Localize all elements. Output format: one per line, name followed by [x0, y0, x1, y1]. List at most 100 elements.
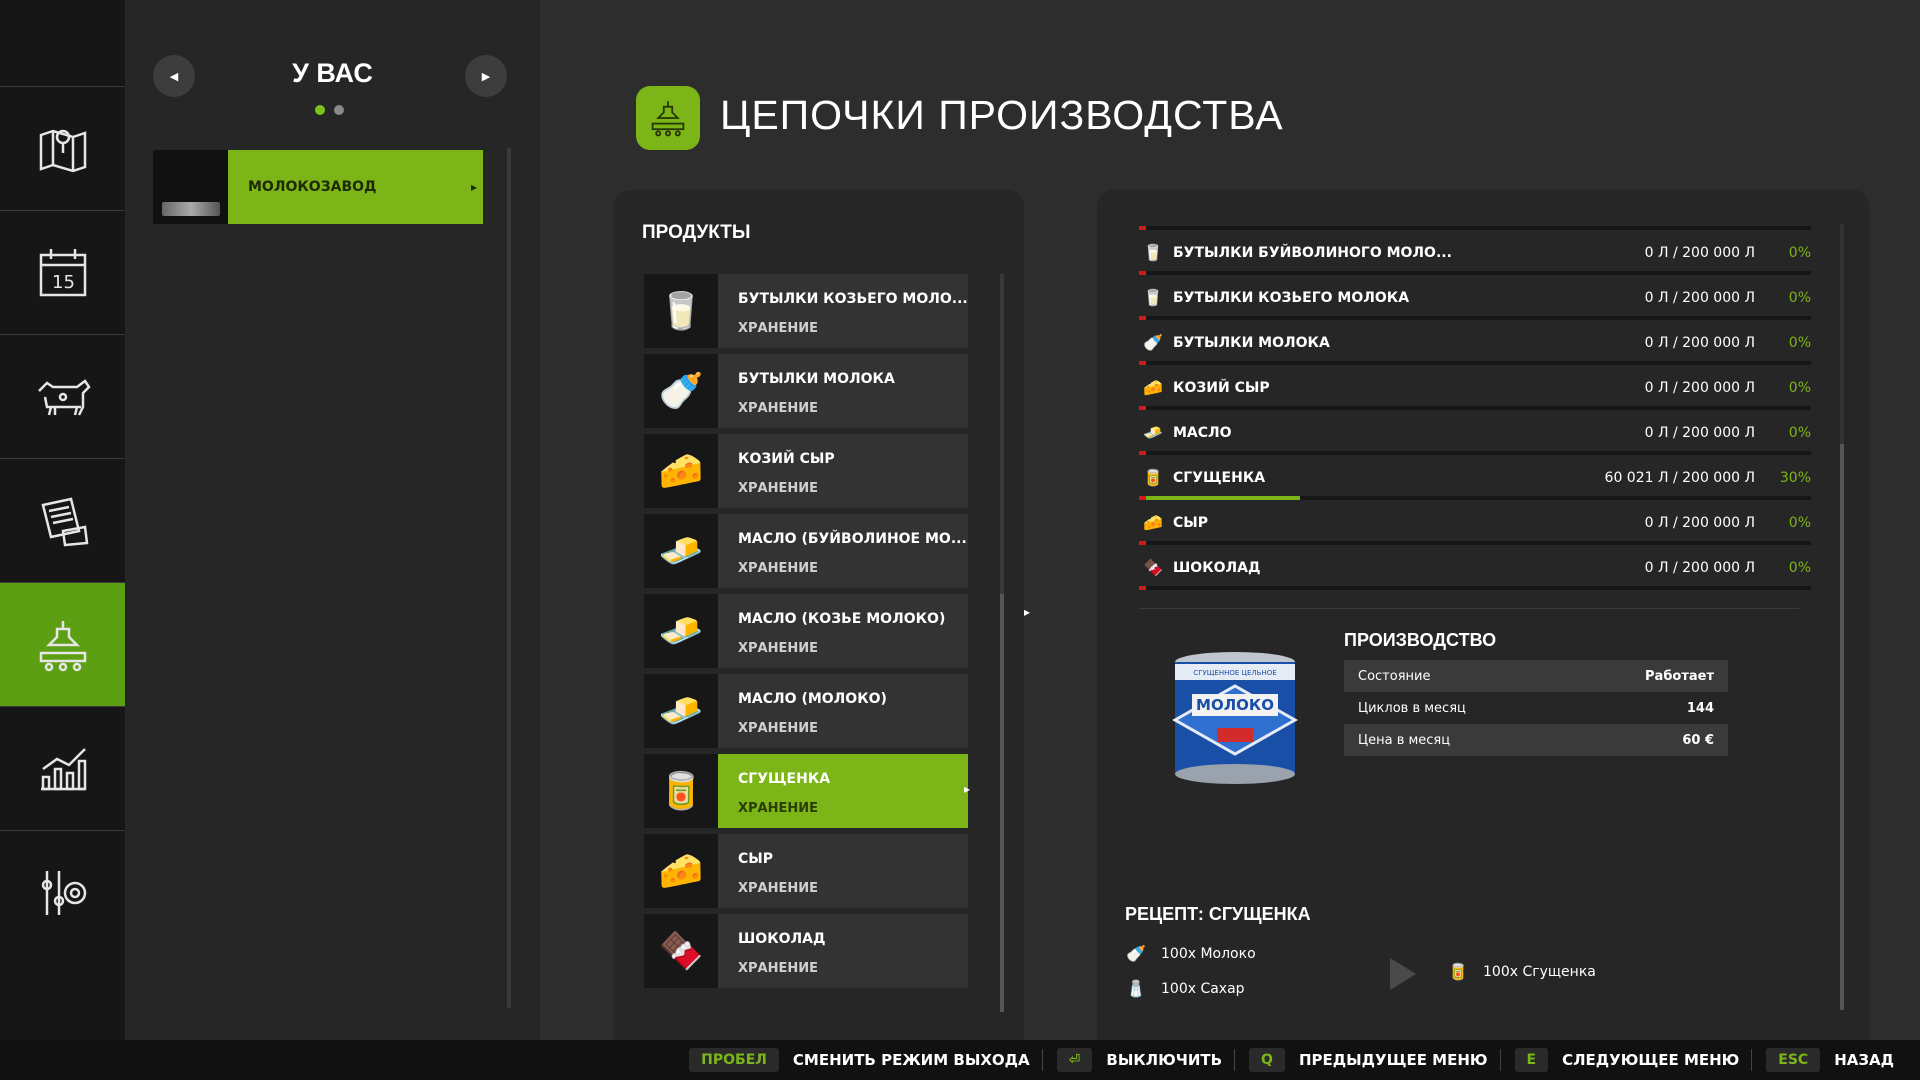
action-label: СМЕНИТЬ РЕЖИМ ВЫХОДА — [792, 1051, 1030, 1069]
storage-percent: 30% — [1779, 470, 1811, 486]
statistics-tab[interactable] — [0, 706, 125, 830]
product-name: СЫР — [738, 851, 774, 867]
storage-product-icon: 🥫 — [1143, 468, 1163, 487]
details-scrollbar-thumb[interactable] — [1840, 444, 1844, 1010]
production-label: Цена в месяц — [1358, 732, 1451, 748]
product-thumbnail: 🧈 — [644, 674, 718, 748]
product-storage-label: ХРАНЕНИЕ — [738, 561, 819, 576]
product-info: БУТЫЛКИ КОЗЬЕГО МОЛО... ХРАНЕНИЕ — [718, 274, 968, 348]
storage-marker — [1139, 496, 1146, 500]
main-menu-rail: 15 — [0, 0, 135, 1040]
product-name: БУТЫЛКИ КОЗЬЕГО МОЛО... — [738, 291, 968, 307]
storage-product-name: БУТЫЛКИ БУЙВОЛИНОГО МОЛО... — [1173, 245, 1452, 261]
product-item[interactable]: 🧈 МАСЛО (БУЙВОЛИНОЕ МО... ХРАНЕНИЕ — [644, 514, 968, 588]
footer-action[interactable]: Q ПРЕДЫДУЩЕЕ МЕНЮ — [1249, 1048, 1501, 1072]
settings-tab[interactable] — [0, 830, 125, 954]
storage-product-name: БУТЫЛКИ КОЗЬЕГО МОЛОКА — [1173, 290, 1410, 306]
product-storage-label: ХРАНЕНИЕ — [738, 321, 819, 336]
footer-action[interactable]: ПРОБЕЛ СМЕНИТЬ РЕЖИМ ВЫХОДА — [689, 1048, 1043, 1072]
storage-row: 🧀 СЫР 0 Л / 200 000 Л 0% — [1139, 496, 1811, 541]
storage-amount: 0 Л / 200 000 Л — [1644, 560, 1755, 576]
footer-action[interactable]: ESC НАЗАД — [1766, 1048, 1904, 1072]
action-label: СЛЕДУЮЩЕЕ МЕНЮ — [1562, 1051, 1740, 1069]
product-item[interactable]: 🥫 СГУЩЕНКА ХРАНЕНИЕ — [644, 754, 970, 828]
key-hint: ESC — [1766, 1048, 1821, 1072]
product-icon: 🧈 — [658, 531, 704, 572]
production-value: 144 — [1686, 700, 1714, 716]
product-item[interactable]: 🥛 БУТЫЛКИ КОЗЬЕГО МОЛО... ХРАНЕНИЕ — [644, 274, 968, 348]
settings-icon — [41, 870, 86, 915]
production-tab[interactable] — [0, 582, 135, 706]
production-label: Циклов в месяц — [1358, 700, 1466, 716]
production-table: Состояние Работает Циклов в месяц 144 Цена в… — [1344, 660, 1728, 756]
next-page-button[interactable]: ▶ — [465, 55, 507, 97]
production-value: 60 € — [1682, 732, 1714, 748]
product-thumbnail: 🧈 — [644, 594, 718, 668]
product-name: КОЗИЙ СЫР — [738, 451, 835, 467]
sugar-icon: 🧂 — [1126, 979, 1146, 998]
factory-item-dairy[interactable]: МОЛОКОЗАВОД — [153, 150, 483, 224]
product-item[interactable]: 🧈 МАСЛО (КОЗЬЕ МОЛОКО) ХРАНЕНИЕ — [644, 594, 968, 668]
contracts-tab[interactable] — [0, 458, 125, 582]
product-name: ШОКОЛАД — [738, 931, 826, 947]
product-icon: 🧀 — [658, 451, 704, 492]
product-info: МАСЛО (МОЛОКО) ХРАНЕНИЕ — [718, 674, 968, 748]
calendar-tab[interactable]: 15 — [0, 210, 125, 334]
footer-action[interactable]: E СЛЕДУЮЩЕЕ МЕНЮ — [1514, 1048, 1753, 1072]
product-info: ШОКОЛАД ХРАНЕНИЕ — [718, 914, 968, 988]
products-title: ПРОДУКТЫ — [642, 222, 751, 243]
recipe-arrow-icon — [1390, 958, 1416, 990]
recipe-input-label: 100x Сахар — [1161, 980, 1245, 997]
storage-bar — [1139, 271, 1811, 275]
production-value: Работает — [1645, 668, 1714, 684]
footer-action[interactable]: ⏎ ВЫКЛЮЧИТЬ — [1056, 1048, 1236, 1072]
cow-icon — [37, 378, 91, 416]
product-storage-label: ХРАНЕНИЕ — [738, 641, 819, 656]
product-item[interactable]: 🍼 БУТЫЛКИ МОЛОКА ХРАНЕНИЕ — [644, 354, 968, 428]
recipe-input: 🧂 100x Сахар — [1125, 979, 1245, 998]
product-info: КОЗИЙ СЫР ХРАНЕНИЕ — [718, 434, 968, 508]
product-name: МАСЛО (МОЛОКО) — [738, 691, 887, 707]
key-hint: Q — [1249, 1048, 1285, 1072]
product-item[interactable]: 🧀 КОЗИЙ СЫР ХРАНЕНИЕ — [644, 434, 968, 508]
storage-product-name: ШОКОЛАД — [1173, 560, 1261, 576]
production-row: Циклов в месяц 144 — [1344, 692, 1728, 724]
action-label: НАЗАД — [1834, 1051, 1894, 1069]
recipe-input-label: 100x Молоко — [1161, 945, 1256, 962]
divider — [1234, 1049, 1236, 1071]
page-title: ЦЕПОЧКИ ПРОИЗВОДСТВА — [720, 92, 1284, 138]
storage-percent: 0% — [1788, 245, 1811, 261]
production-label: Состояние — [1358, 668, 1431, 684]
page-indicator — [315, 105, 344, 115]
product-icon: 🧀 — [658, 851, 704, 892]
storage-bar — [1139, 496, 1811, 500]
page-dot[interactable] — [334, 105, 344, 115]
condensed-milk-icon: 🥫 — [1448, 962, 1468, 981]
divider — [1499, 1049, 1501, 1071]
statistics-icon — [40, 747, 86, 790]
products-panel: ПРОДУКТЫ 🥛 БУТЫЛКИ КОЗЬЕГО МОЛО... ХРАНЕНИ… — [614, 190, 1024, 1040]
map-tab[interactable] — [0, 86, 125, 210]
recipe-output: 🥫 100x Сгущенка — [1447, 962, 1596, 981]
storage-bar — [1139, 406, 1811, 410]
product-item[interactable]: 🧀 СЫР ХРАНЕНИЕ — [644, 834, 968, 908]
recipe-input: 🍼 100x Молоко — [1125, 944, 1256, 963]
scrollbar[interactable] — [507, 148, 511, 1008]
can-label: СГУЩЕННОЕ ЦЕЛЬНОЕ — [1193, 669, 1276, 677]
product-thumbnail: 🥛 — [644, 274, 718, 348]
storage-list: 🥛 БУТЫЛКИ БУЙВОЛИНОГО МОЛО... 0 Л / 200 00… — [1139, 226, 1811, 586]
storage-percent: 0% — [1788, 380, 1811, 396]
storage-bar — [1139, 586, 1811, 590]
storage-fill — [1139, 496, 1301, 500]
product-item[interactable]: 🧈 МАСЛО (МОЛОКО) ХРАНЕНИЕ — [644, 674, 968, 748]
products-scrollbar-thumb[interactable] — [1000, 594, 1004, 1012]
animals-tab[interactable] — [0, 334, 125, 458]
product-info: СГУЩЕНКА ХРАНЕНИЕ — [718, 754, 968, 828]
product-storage-label: ХРАНЕНИЕ — [738, 721, 819, 736]
storage-marker — [1139, 406, 1146, 410]
product-info: МАСЛО (КОЗЬЕ МОЛОКО) ХРАНЕНИЕ — [718, 594, 968, 668]
product-item[interactable]: 🍫 ШОКОЛАД ХРАНЕНИЕ — [644, 914, 968, 988]
storage-percent: 0% — [1788, 335, 1811, 351]
page-dot[interactable] — [315, 105, 325, 115]
product-name: МАСЛО (БУЙВОЛИНОЕ МО... — [738, 531, 967, 547]
